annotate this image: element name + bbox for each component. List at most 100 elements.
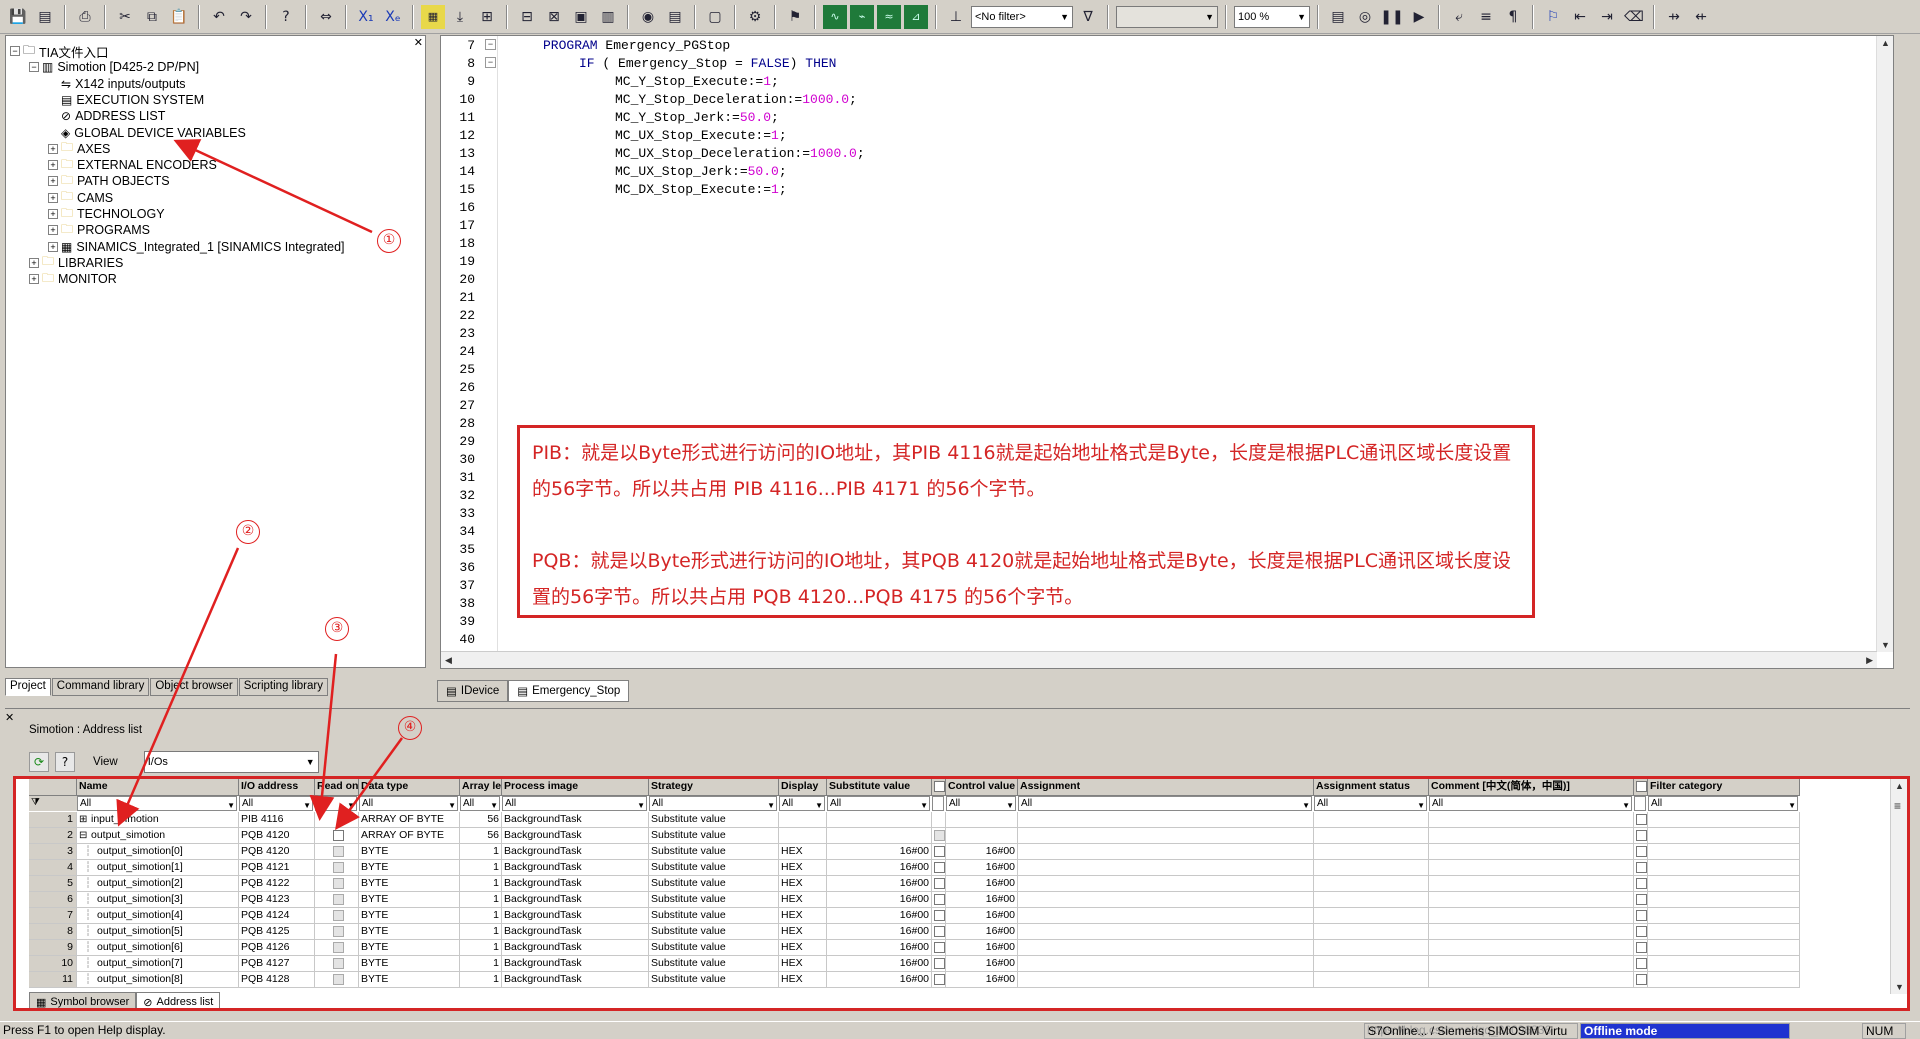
measure-icon[interactable]: ⌁ [850, 4, 874, 29]
tree-item[interactable]: ⊘ ADDRESS LIST [48, 107, 165, 125]
row-checkbox[interactable] [934, 973, 945, 985]
scroll-up-icon[interactable]: ▲ [1881, 38, 1890, 48]
cell-filter-category[interactable] [1648, 892, 1800, 908]
cell-checkbox[interactable] [1634, 844, 1648, 860]
cell-strategy[interactable]: Substitute value [649, 892, 779, 908]
cell-checkbox[interactable] [932, 828, 946, 844]
cell-data-type[interactable]: BYTE [359, 940, 460, 956]
fold-collapse-icon[interactable]: − [485, 39, 496, 50]
cell-checkbox[interactable] [932, 860, 946, 876]
cell-data-type[interactable]: BYTE [359, 908, 460, 924]
filter-icon[interactable]: ∇ [1076, 5, 1100, 29]
header-col-comment[interactable]: Comment [中文(简体，中国)] [1429, 779, 1634, 796]
expand-icon[interactable]: + [29, 274, 39, 285]
filter-col-strategy[interactable]: All ▼ [649, 796, 777, 811]
cell-control-value[interactable]: 16#00 [946, 876, 1018, 892]
header-col-substitute-value[interactable]: Substitute value [827, 779, 932, 796]
cell-array-length[interactable]: 1 [460, 940, 502, 956]
cell-comment[interactable] [1429, 828, 1634, 844]
header-col-display[interactable]: Display [779, 779, 827, 796]
row-checkbox[interactable] [333, 957, 344, 969]
indent-icon[interactable]: ≡ [1474, 5, 1498, 29]
cell-comment[interactable] [1429, 940, 1634, 956]
cell-filter-category[interactable] [1648, 844, 1800, 860]
cell-substitute-value[interactable]: 16#00 [827, 860, 932, 876]
cell-name[interactable]: ⊟ output_simotion [77, 828, 239, 844]
cell-display[interactable]: HEX [779, 876, 827, 892]
tab-object-browser[interactable]: Object browser [150, 678, 238, 696]
cell-substitute-value[interactable] [827, 812, 932, 828]
header-col-strategy[interactable]: Strategy [649, 779, 779, 796]
cell-data-type[interactable]: BYTE [359, 844, 460, 860]
cell-io-address[interactable]: PQB 4124 [239, 908, 315, 924]
record-icon[interactable]: ◎ [1353, 5, 1377, 29]
cell-io-address[interactable]: PIB 4116 [239, 812, 315, 828]
cell-name[interactable]: ┆ output_simotion[5] [77, 924, 239, 940]
row-checkbox[interactable] [1636, 813, 1647, 825]
code-line[interactable]: MC_UX_Stop_Execute:=1; [615, 128, 787, 146]
row-checkbox[interactable] [1636, 925, 1647, 937]
cell-io-address[interactable]: PQB 4121 [239, 860, 315, 876]
cell-checkbox[interactable] [932, 812, 946, 828]
row-checkbox[interactable] [333, 973, 344, 985]
cell-substitute-value[interactable]: 16#00 [827, 844, 932, 860]
row-checkbox[interactable] [1636, 877, 1647, 889]
cell-display[interactable] [779, 812, 827, 828]
target-combo[interactable]: ▼ [1116, 5, 1218, 28]
tree-item[interactable]: ▤ EXECUTION SYSTEM [48, 91, 204, 109]
filter-col-assignment-status[interactable]: All ▼ [1314, 796, 1427, 811]
scroll-thumb-icon[interactable]: ≡ [1894, 799, 1901, 813]
cell-substitute-value[interactable]: 16#00 [827, 876, 932, 892]
clear-bookmarks-icon[interactable]: ⌫ [1622, 5, 1646, 29]
expand-icon[interactable]: + [48, 209, 58, 219]
cell-read-only[interactable] [315, 924, 359, 940]
cell-assignment[interactable] [1018, 844, 1314, 860]
cell-name[interactable]: ┆ output_simotion[2] [77, 876, 239, 892]
tab-address-list[interactable]: ⊘ Address list [136, 992, 221, 1008]
cell-io-address[interactable]: PQB 4120 [239, 844, 315, 860]
diagnostics-icon[interactable]: ⚑ [783, 5, 807, 29]
tab-symbol-browser[interactable]: ▦ Symbol browser [29, 992, 137, 1008]
tree-item[interactable]: + 🗀 PROGRAMS [48, 221, 150, 239]
cell-filter-category[interactable] [1648, 812, 1800, 828]
filter-col-read-only[interactable]: All ▼ [315, 796, 357, 811]
row-checkbox[interactable] [1636, 861, 1647, 873]
code-line[interactable]: MC_UX_Stop_Jerk:=50.0; [615, 164, 787, 182]
cell-process-image[interactable]: BackgroundTask [502, 828, 649, 844]
cell-checkbox[interactable] [1634, 940, 1648, 956]
cell-io-address[interactable]: PQB 4127 [239, 956, 315, 972]
cell-control-value[interactable] [946, 812, 1018, 828]
control-panel-icon[interactable]: ◉ [636, 5, 660, 29]
header-col-array-length[interactable]: Array length [460, 779, 502, 796]
cell-assignment-status[interactable] [1314, 908, 1429, 924]
cell-filter-category[interactable] [1648, 972, 1800, 988]
filter-col-substitute-value[interactable]: All ▼ [827, 796, 930, 811]
cell-process-image[interactable]: BackgroundTask [502, 892, 649, 908]
filter-col-comment[interactable]: All ▼ [1429, 796, 1632, 811]
cell-assignment[interactable] [1018, 860, 1314, 876]
filter-col-checkbox[interactable] [932, 796, 944, 811]
cell-data-type[interactable]: ARRAY OF BYTE [359, 828, 460, 844]
cell-read-only[interactable] [315, 828, 359, 844]
cell-read-only[interactable] [315, 972, 359, 988]
cell-data-type[interactable]: BYTE [359, 892, 460, 908]
cell-control-value[interactable]: 16#00 [946, 940, 1018, 956]
cell-io-address[interactable]: PQB 4122 [239, 876, 315, 892]
cell-comment[interactable] [1429, 844, 1634, 860]
cell-read-only[interactable] [315, 908, 359, 924]
row-checkbox[interactable] [333, 861, 344, 873]
header-col-assignment[interactable]: Assignment [1018, 779, 1314, 796]
cell-checkbox[interactable] [1634, 860, 1648, 876]
scroll-left-icon[interactable]: ◀ [445, 655, 452, 666]
filter-col-display[interactable]: All ▼ [779, 796, 825, 811]
expand-icon[interactable]: + [48, 160, 58, 171]
cell-checkbox[interactable] [932, 956, 946, 972]
row-checkbox[interactable] [333, 893, 344, 905]
filter-col-control-value[interactable]: All ▼ [946, 796, 1016, 811]
header-col-process-image[interactable]: Process image [502, 779, 649, 796]
monitor-chart-icon[interactable]: ⊿ [904, 4, 928, 29]
cell-process-image[interactable]: BackgroundTask [502, 812, 649, 828]
cell-assignment-status[interactable] [1314, 892, 1429, 908]
row-checkbox[interactable] [333, 829, 344, 841]
cell-name[interactable]: ┆ output_simotion[0] [77, 844, 239, 860]
